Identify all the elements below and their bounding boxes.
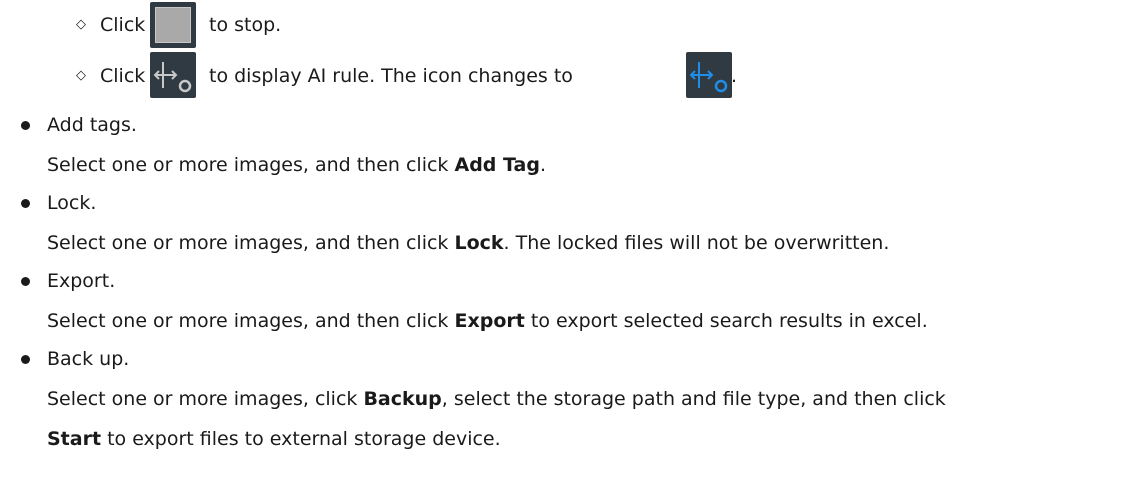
item-description-continued: Start to export files to external storag… xyxy=(47,428,501,450)
stop-icon xyxy=(150,2,196,48)
document-page: ◇ Click to stop. ◇ Click to display AI r… xyxy=(0,0,1133,502)
sub-bullet-diamond: ◇ xyxy=(76,68,86,83)
sub-bullet-diamond: ◇ xyxy=(76,17,86,32)
item-title: Add tags. xyxy=(47,114,137,136)
item-title: Back up. xyxy=(47,348,130,370)
sub-item-text-middle: to display AI rule. The icon changes to xyxy=(209,65,573,87)
item-description: Select one or more images, and then clic… xyxy=(47,154,546,176)
sub-item-text-after: . xyxy=(731,65,738,87)
item-title: Export. xyxy=(47,270,116,292)
ai-rule-active-icon xyxy=(686,52,732,98)
sub-item-text-after: to stop. xyxy=(209,14,282,36)
sub-item-text-before: Click xyxy=(100,65,146,87)
bullet xyxy=(21,277,30,286)
item-description: Select one or more images, and then clic… xyxy=(47,232,890,254)
bullet xyxy=(21,121,30,130)
ai-rule-icon xyxy=(150,52,196,98)
sub-item-text-before: Click xyxy=(100,14,146,36)
item-description: Select one or more images, and then clic… xyxy=(47,310,928,332)
bullet xyxy=(21,355,30,364)
item-description: Select one or more images, click Backup,… xyxy=(47,388,946,410)
stop-square xyxy=(155,7,191,43)
bullet xyxy=(21,199,30,208)
item-title: Lock. xyxy=(47,192,97,214)
